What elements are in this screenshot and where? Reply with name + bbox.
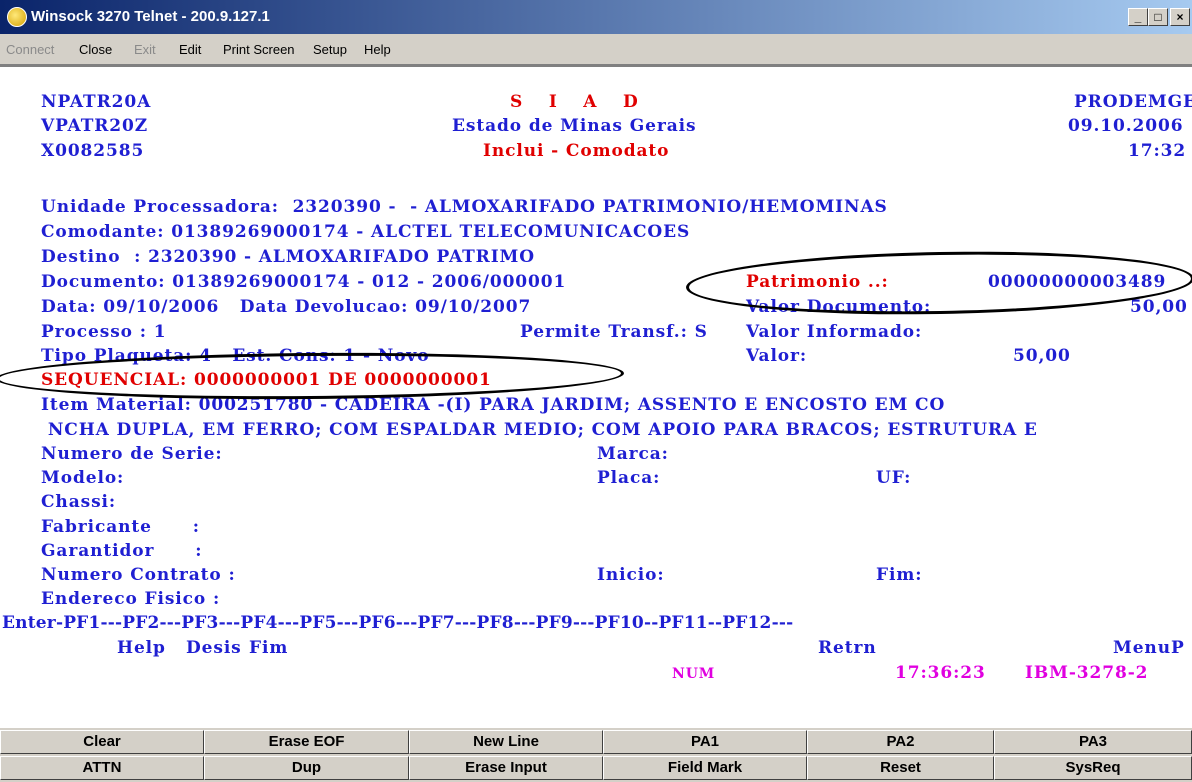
valor-label: Valor:	[746, 346, 808, 366]
key-dup[interactable]: Dup	[204, 756, 409, 780]
pf-key-line: Enter-PF1---PF2---PF3---PF4---PF5---PF6-…	[2, 613, 794, 633]
key-pa1[interactable]: PA1	[603, 730, 807, 754]
pf3-fim[interactable]: Fim	[249, 638, 288, 658]
menu-print-screen[interactable]: Print Screen	[223, 42, 295, 57]
annotation-ellipse-patrimonio	[685, 247, 1192, 319]
key-pa3[interactable]: PA3	[994, 730, 1192, 754]
key-erase-input[interactable]: Erase Input	[409, 756, 603, 780]
endereco-fisico-label: Endereco Fisico :	[41, 589, 221, 609]
current-date: 09.10.2006	[1068, 116, 1184, 136]
comodante: Comodante: 01389269000174 - ALCTEL TELEC…	[41, 222, 691, 242]
menu-exit[interactable]: Exit	[134, 42, 156, 57]
inicio-label: Inicio:	[597, 565, 665, 585]
documento: Documento: 01389269000174 - 012 - 2006/0…	[41, 272, 567, 292]
fabricante-label: Fabricante :	[41, 517, 200, 537]
key-attn[interactable]: ATTN	[0, 756, 204, 780]
pf12-menup[interactable]: MenuP	[1113, 638, 1185, 658]
minimize-button[interactable]: _	[1128, 8, 1148, 26]
item-material-continuation: NCHA DUPLA, EM FERRO; COM ESPALDAR MEDIO…	[41, 420, 1038, 440]
menu-setup[interactable]: Setup	[313, 42, 347, 57]
fim-label: Fim:	[876, 565, 923, 585]
key-field-mark[interactable]: Field Mark	[603, 756, 807, 780]
modelo-label: Modelo:	[41, 468, 125, 488]
num-lock-indicator: NUM	[672, 666, 716, 682]
terminal-screen[interactable]: NPATR20A S I A D PRODEMGE VPATR20Z Estad…	[0, 65, 1192, 728]
pf1-help[interactable]: Help	[117, 638, 166, 658]
state-name: Estado de Minas Gerais	[452, 116, 697, 136]
terminal-type: IBM-3278-2	[1025, 663, 1149, 683]
menu-connect[interactable]: Connect	[6, 42, 54, 57]
keypad: Clear Erase EOF New Line PA1 PA2 PA3 ATT…	[0, 729, 1192, 782]
title-bar: Winsock 3270 Telnet - 200.9.127.1 _ □ ×	[0, 0, 1192, 34]
key-new-line[interactable]: New Line	[409, 730, 603, 754]
window-title: Winsock 3270 Telnet - 200.9.127.1	[31, 8, 270, 25]
menu-help[interactable]: Help	[364, 42, 391, 57]
unidade-processadora: Unidade Processadora: 2320390 - - ALMOXA…	[41, 197, 888, 217]
close-button[interactable]: ×	[1170, 8, 1190, 26]
view-id: VPATR20Z	[41, 116, 149, 136]
app-icon	[7, 7, 27, 27]
menu-edit[interactable]: Edit	[179, 42, 201, 57]
current-time: 17:32	[1128, 141, 1187, 161]
pf9-retrn[interactable]: Retrn	[818, 638, 877, 658]
company-name: PRODEMGE	[1074, 92, 1192, 112]
numero-serie-label: Numero de Serie:	[41, 444, 223, 464]
placa-label: Placa:	[597, 468, 661, 488]
valor-informado-label: Valor Informado:	[746, 322, 923, 342]
status-clock: 17:36:23	[895, 663, 986, 683]
maximize-button[interactable]: □	[1148, 8, 1168, 26]
pf2-desis[interactable]: Desis	[186, 638, 242, 658]
valor-value[interactable]: 50,00	[1013, 346, 1071, 366]
uf-label: UF:	[876, 468, 912, 488]
marca-label: Marca:	[597, 444, 669, 464]
key-clear[interactable]: Clear	[0, 730, 204, 754]
key-reset[interactable]: Reset	[807, 756, 994, 780]
key-sysreq[interactable]: SysReq	[994, 756, 1192, 780]
key-pa2[interactable]: PA2	[807, 730, 994, 754]
valor-documento-value: 50,00	[1130, 297, 1188, 317]
key-erase-eof[interactable]: Erase EOF	[204, 730, 409, 754]
data-devolucao: Data: 09/10/2006 Data Devolucao: 09/10/2…	[41, 297, 532, 317]
menu-close[interactable]: Close	[79, 42, 112, 57]
system-title: S I A D	[510, 92, 639, 112]
garantidor-label: Garantidor :	[41, 541, 203, 561]
processo: Processo : 1	[41, 322, 167, 342]
destino: Destino : 2320390 - ALMOXARIFADO PATRIMO	[41, 247, 535, 267]
user-id: X0082585	[41, 141, 145, 161]
action-title: Inclui - Comodato	[483, 141, 670, 161]
permite-transf: Permite Transf.: S	[520, 322, 708, 342]
program-id: NPATR20A	[41, 92, 152, 112]
chassi-label: Chassi:	[41, 492, 117, 512]
numero-contrato-label: Numero Contrato :	[41, 565, 236, 585]
menu-bar: Connect Close Exit Edit Print Screen Set…	[0, 34, 1192, 65]
